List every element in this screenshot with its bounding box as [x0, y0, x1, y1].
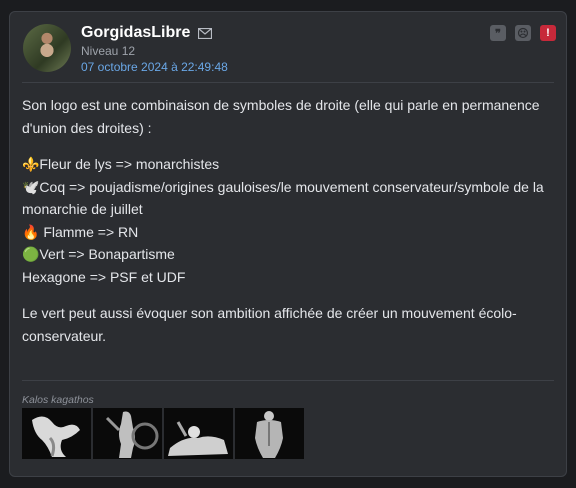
post-paragraph: Le vert peut aussi évoquer son ambition … [22, 305, 517, 344]
forum-post: GorgidasLibre Niveau 12 07 octobre 2024 … [9, 11, 567, 477]
statue-back-image [235, 408, 304, 459]
signature-divider [22, 380, 554, 381]
list-item: 🟢Vert => Bonapartisme [22, 246, 175, 262]
avatar[interactable] [23, 24, 71, 72]
author-name[interactable]: GorgidasLibre [81, 24, 190, 42]
post-body: Son logo est une combinaison de symboles… [22, 94, 557, 347]
mail-icon[interactable] [198, 28, 212, 39]
list-item: 🔥 Flamme => RN [22, 223, 139, 240]
author-level: Niveau 12 [81, 44, 136, 58]
signature-images [22, 408, 304, 459]
list-item: 🕊️Coq => poujadisme/origines gauloises/l… [22, 178, 544, 218]
post-paragraph: Son logo est une combinaison de symboles… [22, 97, 540, 136]
statue-discobolus-image [22, 408, 91, 459]
post-date[interactable]: 07 octobre 2024 à 22:49:48 [81, 60, 228, 74]
sad-face-icon[interactable]: ☹ [515, 25, 531, 41]
signature-label: Kalos kagathos [22, 394, 94, 406]
alert-icon[interactable]: ! [540, 25, 556, 41]
statue-warrior-image [93, 408, 162, 459]
list-item: Hexagone => PSF et UDF [22, 268, 186, 285]
quote-icon[interactable]: ❞ [490, 25, 506, 41]
statue-reclining-image [164, 408, 233, 459]
list-item: ⚜️Fleur de lys => monarchistes [22, 156, 220, 172]
post-actions: ❞ ☹ ! [490, 25, 556, 41]
header-divider [22, 82, 554, 83]
